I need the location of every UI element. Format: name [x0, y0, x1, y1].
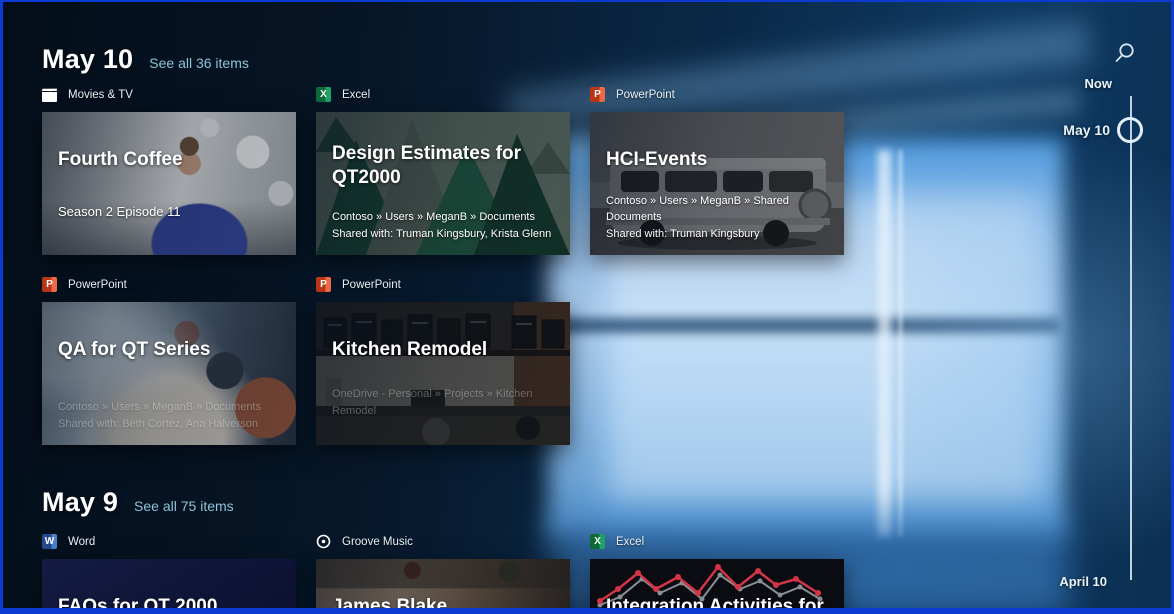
app-label-row: X Excel [590, 533, 844, 550]
card-path-line: Contoso » Users » MeganB » Shared Docume… [606, 193, 834, 226]
wallpaper-crossbar [548, 318, 1060, 333]
app-label-row: W Word [42, 533, 296, 550]
app-name: Word [68, 536, 95, 548]
search-button[interactable] [1113, 41, 1137, 65]
frame-border-bottom [0, 608, 1174, 614]
activity-card-hci-events[interactable]: HCI-Events Contoso » Users » MeganB » Sh… [590, 112, 844, 255]
activity-card-faqs-qt-2000[interactable]: FAQs for QT 2000 [42, 559, 296, 614]
timeline-now-label[interactable]: Now [1002, 76, 1112, 91]
card-path: Contoso » Users » MeganB » Documents Sha… [58, 399, 286, 432]
card-path-line: OneDrive - Personal » Projects » Kitchen… [332, 386, 560, 419]
app-name: Excel [616, 536, 644, 548]
card-title: Design Estimates for QT2000 [332, 142, 556, 191]
app-name: PowerPoint [342, 279, 401, 291]
section-date: May 9 [42, 487, 118, 518]
activity-card-integration-activities[interactable]: Integration Activities for [590, 559, 844, 614]
card-path: OneDrive - Personal » Projects » Kitchen… [332, 386, 560, 419]
frame-border-left [0, 0, 3, 614]
powerpoint-icon: P [42, 277, 57, 292]
app-label-row: P PowerPoint [590, 86, 844, 103]
search-icon [1113, 41, 1137, 65]
app-name: Movies & TV [68, 89, 133, 101]
card-shared-line: Shared with: Truman Kingsbury, Krista Gl… [332, 226, 560, 243]
app-name: PowerPoint [68, 279, 127, 291]
groove-music-icon [316, 534, 331, 549]
wallpaper-mullion-line [899, 150, 902, 536]
card-path: Contoso » Users » MeganB » Shared Docume… [606, 193, 834, 243]
app-label-row: P PowerPoint [42, 276, 296, 293]
powerpoint-icon: P [316, 277, 331, 292]
see-all-link[interactable]: See all 75 items [134, 498, 234, 514]
card-subtitle: Season 2 Episode 11 [58, 204, 284, 219]
powerpoint-icon: P [590, 87, 605, 102]
timeline-current-date-label[interactable]: May 10 [1000, 122, 1110, 138]
activity-card-unit: X Excel Design Estimates for QT2000 Cont… [316, 86, 570, 255]
activity-card-fourth-coffee[interactable]: Fourth Coffee Season 2 Episode 11 [42, 112, 296, 255]
card-title: QA for QT Series [58, 338, 282, 362]
app-label-row: X Excel [316, 86, 570, 103]
wallpaper-mullion [878, 150, 891, 536]
timeline-scrollbar-track[interactable] [1130, 96, 1132, 580]
activity-card-unit: Groove Music James Blake [316, 533, 570, 614]
activity-card-design-estimates[interactable]: Design Estimates for QT2000 Contoso » Us… [316, 112, 570, 255]
activity-card-unit: P PowerPoint [316, 276, 570, 445]
card-shared-line: Shared with: Beth Cortez, Ana Halverson [58, 416, 286, 433]
card-path-line: Contoso » Users » MeganB » Documents [332, 209, 560, 226]
card-overlay [42, 112, 296, 255]
card-title: HCI-Events [606, 148, 830, 172]
app-label-row: P PowerPoint [316, 276, 570, 293]
timeline-end-date-label[interactable]: April 10 [997, 574, 1107, 589]
card-path-line: Contoso » Users » MeganB » Documents [58, 399, 286, 416]
activity-card-kitchen-remodel[interactable]: Kitchen Remodel OneDrive - Personal » Pr… [316, 302, 570, 445]
activity-card-unit: Movies & TV Fourth Coffee Season 2 Episo… [42, 86, 296, 255]
card-overlay [316, 302, 570, 445]
activity-card-unit: P PowerPoint HCI-Event [590, 86, 844, 255]
activity-card-unit: W Word FAQs for QT 2000 [42, 533, 296, 614]
section-header-may10: May 10 See all 36 items [42, 44, 249, 75]
word-icon: W [42, 534, 57, 549]
frame-border-top [0, 0, 1174, 2]
timeline-scrollbar-thumb[interactable] [1117, 117, 1143, 143]
movies-tv-icon [42, 87, 57, 102]
wallpaper-glow [840, 120, 1174, 580]
card-shared-line: Shared with: Truman Kingsbury [606, 226, 834, 243]
activity-card-unit: P PowerPoint QA for QT Series Contoso » … [42, 276, 296, 445]
section-date: May 10 [42, 44, 133, 75]
app-name: PowerPoint [616, 89, 675, 101]
card-title: Fourth Coffee [58, 148, 282, 172]
app-label-row: Groove Music [316, 533, 570, 550]
see-all-link[interactable]: See all 36 items [149, 55, 249, 71]
app-name: Groove Music [342, 536, 413, 548]
card-title: Kitchen Remodel [332, 338, 556, 362]
activity-card-unit: X Excel Integration Activities for [590, 533, 844, 614]
card-path: Contoso » Users » MeganB » Documents Sha… [332, 209, 560, 242]
excel-icon: X [590, 534, 605, 549]
app-label-row: Movies & TV [42, 86, 296, 103]
timeline-view: May 10 See all 36 items Movies & TV Four… [0, 0, 1174, 614]
app-name: Excel [342, 89, 370, 101]
section-header-may9: May 9 See all 75 items [42, 487, 234, 518]
excel-icon: X [316, 87, 331, 102]
activity-card-james-blake[interactable]: James Blake [316, 559, 570, 614]
activity-card-qa-qt-series[interactable]: QA for QT Series Contoso » Users » Megan… [42, 302, 296, 445]
